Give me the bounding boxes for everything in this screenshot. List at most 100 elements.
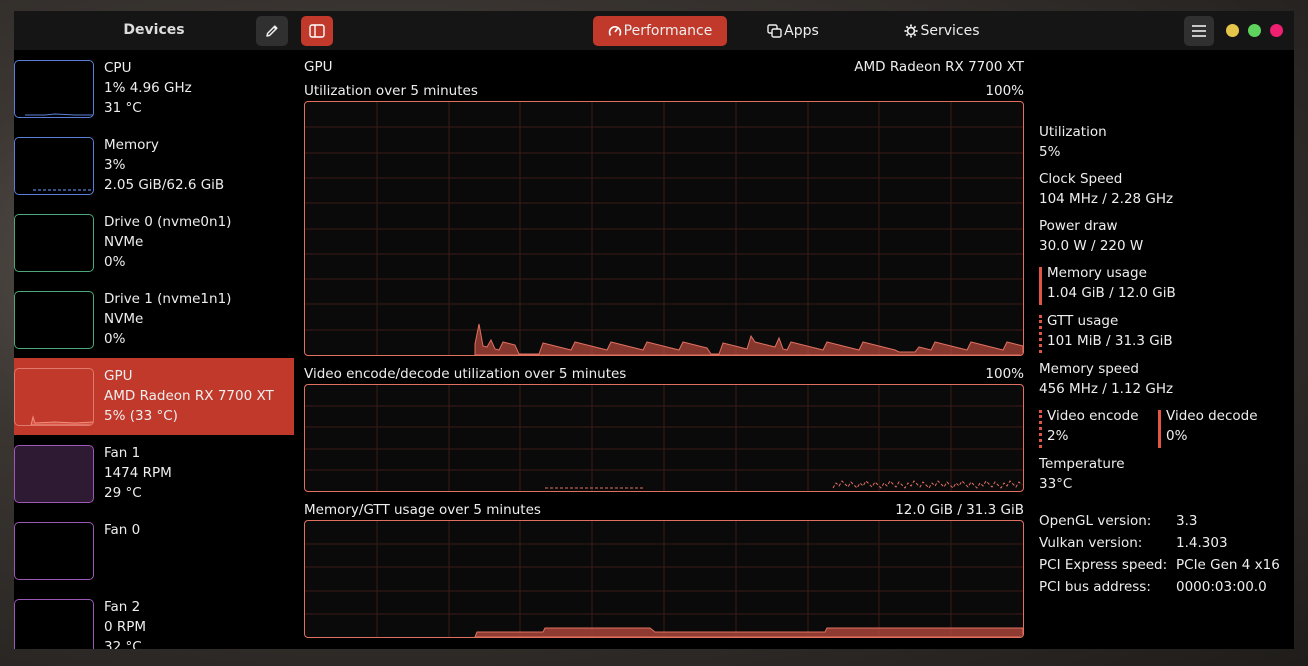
sidebar-icon xyxy=(309,24,325,38)
device-detail: 2.05 GiB/62.6 GiB xyxy=(104,177,225,193)
sidebar-item-drive0[interactable]: Drive 0 (nvme0n1) NVMe 0% xyxy=(14,204,294,281)
sidebar-item-fan0[interactable]: Fan 0 xyxy=(14,512,294,589)
memory-usage-label: Memory usage xyxy=(1047,265,1147,281)
utilization-value: 5% xyxy=(1039,144,1061,160)
gpu-thumbnail-graph xyxy=(14,368,94,426)
pcie-speed-label: PCI Express speed: xyxy=(1039,557,1168,573)
power-label: Power draw xyxy=(1039,218,1118,234)
clock-value: 104 MHz / 2.28 GHz xyxy=(1039,191,1174,207)
tab-performance-label: Performance xyxy=(623,23,713,39)
header-bar: Devices Performance Apps Services xyxy=(14,11,1294,50)
tab-services[interactable]: Services xyxy=(887,16,997,46)
memory-speed-value: 456 MHz / 1.12 GHz xyxy=(1039,381,1174,397)
vulkan-label: Vulkan version: xyxy=(1039,535,1143,551)
sidebar-item-memory[interactable]: Memory 3% 2.05 GiB/62.6 GiB xyxy=(14,127,294,204)
sidebar-item-fan2[interactable]: Fan 2 0 RPM 32 °C xyxy=(14,589,294,649)
device-detail: NVMe xyxy=(104,311,144,327)
tab-apps-label: Apps xyxy=(784,23,819,39)
fan1-thumbnail-graph xyxy=(14,445,94,503)
device-detail: 31 °C xyxy=(104,100,142,116)
sidebar-item-gpu[interactable]: GPU AMD Radeon RX 7700 XT 5% (33 °C) xyxy=(14,358,294,435)
memory-graph-label: Memory/GTT usage over 5 minutes xyxy=(304,502,541,518)
pci-bus-label: PCI bus address: xyxy=(1039,579,1151,595)
sidebar-title: Devices xyxy=(123,22,185,38)
sidebar-item-cpu[interactable]: CPU 1% 4.96 GHz 31 °C xyxy=(14,50,294,127)
temperature-value: 33°C xyxy=(1039,476,1073,492)
video-graph-max: 100% xyxy=(985,366,1024,382)
tab-apps[interactable]: Apps xyxy=(753,16,833,46)
sidebar-item-drive1[interactable]: Drive 1 (nvme1n1) NVMe 0% xyxy=(14,281,294,358)
device-detail: 32 °C xyxy=(104,639,142,649)
device-detail: 5% (33 °C) xyxy=(104,408,178,424)
video-decode-label: Video decode xyxy=(1166,408,1258,424)
sidebar-header: Devices xyxy=(14,11,333,50)
video-encode-value: 2% xyxy=(1047,428,1069,444)
tab-performance[interactable]: Performance xyxy=(593,16,727,46)
gauge-icon xyxy=(608,26,621,36)
device-detail: 0 RPM xyxy=(104,619,147,635)
utilization-graph-max: 100% xyxy=(985,83,1024,99)
device-detail: 1% 4.96 GHz xyxy=(104,80,192,96)
fan0-thumbnail-graph xyxy=(14,522,94,580)
pencil-icon xyxy=(266,25,278,37)
pci-bus-value: 0000:03:00.0 xyxy=(1176,579,1267,595)
device-name: Fan 2 xyxy=(104,599,141,615)
fan2-thumbnail-graph xyxy=(14,599,94,649)
toggle-sidebar-button[interactable] xyxy=(301,16,333,46)
edit-button[interactable] xyxy=(256,16,288,46)
device-sidebar: CPU 1% 4.96 GHz 31 °C Memory 3% 2.05 GiB… xyxy=(14,50,294,649)
device-name: Drive 1 (nvme1n1) xyxy=(104,291,232,307)
device-detail: 0% xyxy=(104,254,126,270)
utilization-label: Utilization xyxy=(1039,124,1107,140)
tab-services-label: Services xyxy=(920,23,980,39)
gpu-details-panel: GPU AMD Radeon RX 7700 XT Utilization ov… xyxy=(304,50,1024,649)
utilization-graph xyxy=(304,101,1024,356)
utilization-graph-label: Utilization over 5 minutes xyxy=(304,83,478,99)
memory-graph-max: 12.0 GiB / 31.3 GiB xyxy=(895,502,1024,518)
opengl-value: 3.3 xyxy=(1176,513,1198,529)
cpu-thumbnail-graph xyxy=(14,60,94,118)
device-detail: 29 °C xyxy=(104,485,142,501)
memory-graph xyxy=(304,520,1024,638)
device-detail: AMD Radeon RX 7700 XT xyxy=(104,388,274,404)
device-model: AMD Radeon RX 7700 XT xyxy=(854,59,1024,75)
device-detail: 0% xyxy=(104,331,126,347)
device-title: GPU xyxy=(304,59,333,75)
video-decode-indicator xyxy=(1158,410,1161,448)
video-graph xyxy=(304,384,1024,492)
device-name: Fan 0 xyxy=(104,522,141,538)
hamburger-icon xyxy=(1192,25,1206,37)
gpu-info-panel: Utilization 5% Clock Speed 104 MHz / 2.2… xyxy=(1039,50,1294,649)
memory-speed-label: Memory speed xyxy=(1039,361,1139,377)
gtt-usage-label: GTT usage xyxy=(1047,313,1119,329)
video-decode-value: 0% xyxy=(1166,428,1188,444)
opengl-label: OpenGL version: xyxy=(1039,513,1152,529)
device-detail: NVMe xyxy=(104,234,144,250)
gear-icon xyxy=(904,24,918,38)
pcie-speed-value: PCIe Gen 4 x16 xyxy=(1176,557,1280,573)
video-encode-label: Video encode xyxy=(1047,408,1139,424)
gtt-usage-value: 101 MiB / 31.3 GiB xyxy=(1047,333,1173,349)
memory-thumbnail-graph xyxy=(14,137,94,195)
temperature-label: Temperature xyxy=(1039,456,1125,472)
main-menu-button[interactable] xyxy=(1184,16,1214,46)
video-encode-indicator xyxy=(1039,410,1042,448)
video-graph-label: Video encode/decode utilization over 5 m… xyxy=(304,366,627,382)
device-name: Memory xyxy=(104,137,159,153)
windows-icon xyxy=(767,24,782,38)
device-detail: 1474 RPM xyxy=(104,465,172,481)
drive0-thumbnail-graph xyxy=(14,214,94,272)
close-button[interactable] xyxy=(1270,24,1283,37)
clock-label: Clock Speed xyxy=(1039,171,1123,187)
device-name: CPU xyxy=(104,60,132,76)
minimize-button[interactable] xyxy=(1226,24,1239,37)
memory-usage-indicator xyxy=(1039,267,1042,305)
memory-usage-value: 1.04 GiB / 12.0 GiB xyxy=(1047,285,1176,301)
maximize-button[interactable] xyxy=(1248,24,1261,37)
device-detail: 3% xyxy=(104,157,126,173)
vulkan-value: 1.4.303 xyxy=(1176,535,1228,551)
app-window: Devices Performance Apps Services CPU 1%… xyxy=(14,11,1294,649)
device-name: GPU xyxy=(104,368,133,384)
sidebar-item-fan1[interactable]: Fan 1 1474 RPM 29 °C xyxy=(14,435,294,512)
device-name: Drive 0 (nvme0n1) xyxy=(104,214,232,230)
